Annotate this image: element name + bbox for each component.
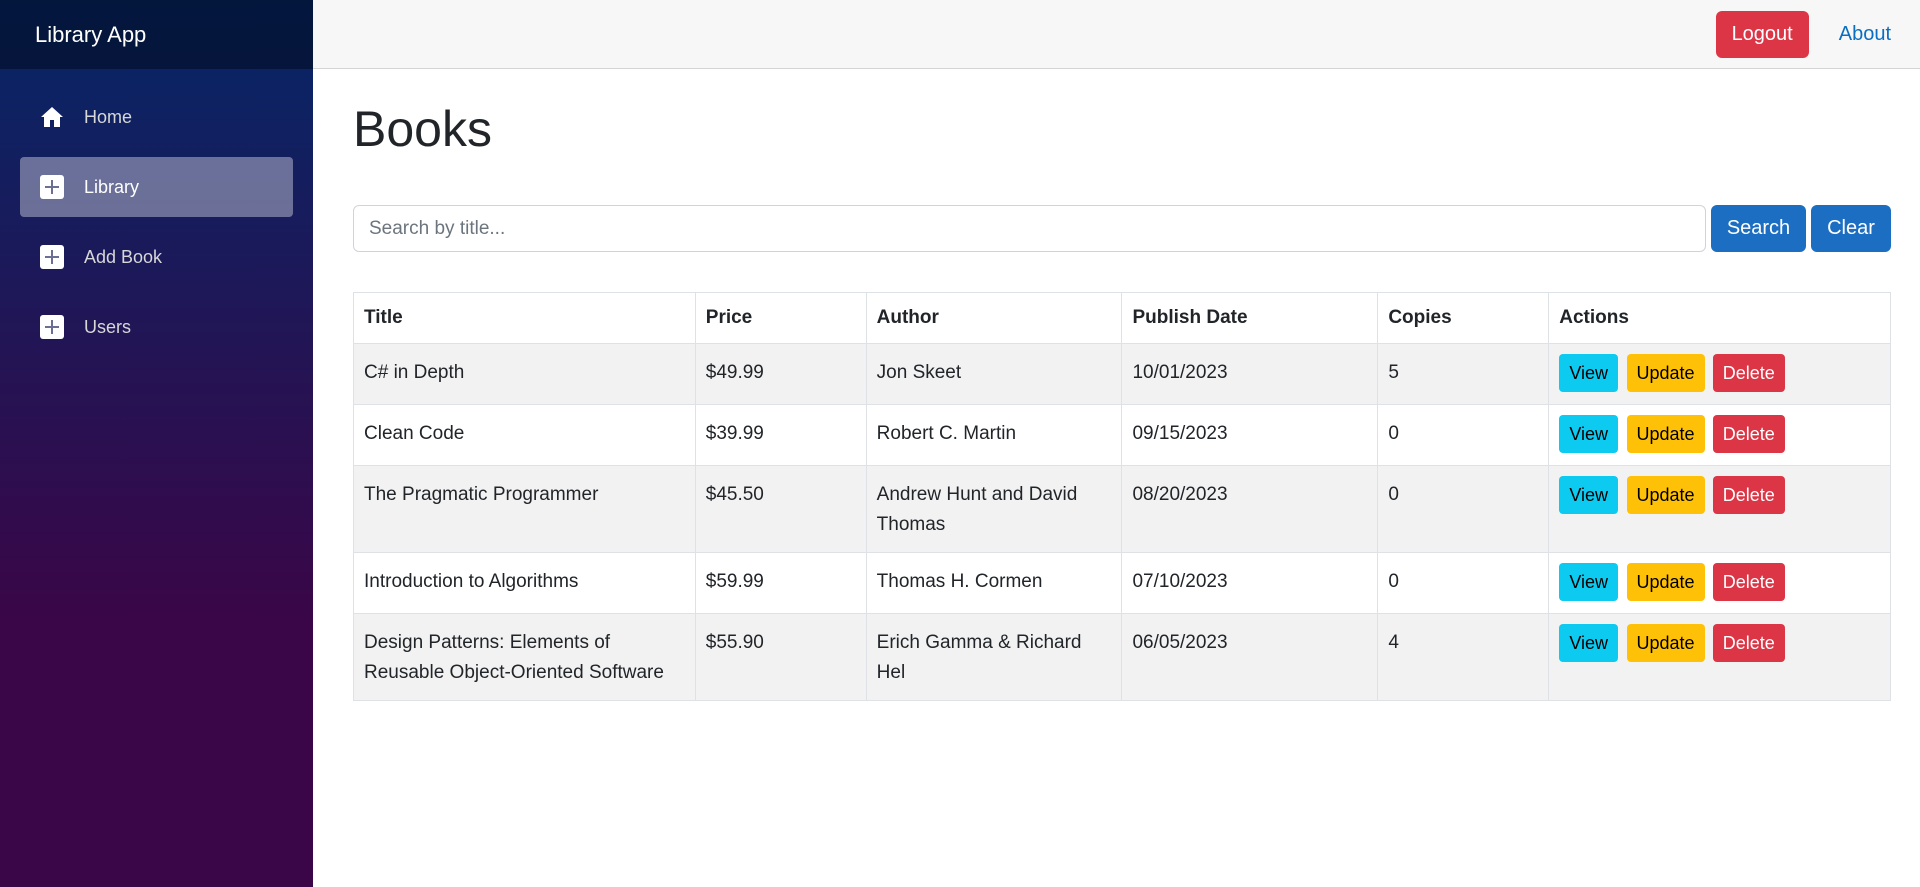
cell-author: Erich Gamma & Richard Hel [865,613,1123,701]
update-button[interactable]: Update [1626,624,1705,662]
table-row: Introduction to Algorithms $59.99 Thomas… [353,552,1891,614]
view-button[interactable]: View [1559,624,1619,662]
top-bar: Logout About [313,0,1920,69]
cell-actions: View Update Delete [1548,613,1891,701]
sidebar-item-label: Add Book [84,246,163,267]
sidebar-item-users[interactable]: Users [20,297,293,357]
column-header-publish-date: Publish Date [1121,292,1379,344]
main-content: Books Search Clear Title Price Author Pu… [353,69,1891,701]
cell-author: Andrew Hunt and David Thomas [865,465,1123,553]
delete-button[interactable]: Delete [1712,624,1785,662]
cell-copies: 0 [1377,404,1550,466]
brand-bar: Library App [0,0,313,69]
cell-publish-date: 09/15/2023 [1121,404,1379,466]
cell-copies: 0 [1377,465,1550,553]
column-header-price: Price [694,292,867,344]
sidebar-item-label: Users [84,316,132,337]
search-button[interactable]: Search [1711,205,1806,252]
cell-actions: View Update Delete [1548,465,1891,553]
cell-price: $49.99 [694,343,867,405]
update-button[interactable]: Update [1626,415,1705,453]
sidebar-item-label: Home [84,106,133,127]
clear-button[interactable]: Clear [1811,205,1891,252]
plus-icon [40,315,64,339]
page-title: Books [353,101,492,157]
plus-icon [40,175,64,199]
cell-author: Robert C. Martin [865,404,1123,466]
cell-publish-date: 06/05/2023 [1121,613,1379,701]
column-header-actions: Actions [1548,292,1891,344]
sidebar-nav: Home Library Add Book Users [0,69,313,357]
books-table: Title Price Author Publish Date Copies A… [353,292,1891,701]
table-row: C# in Depth $49.99 Jon Skeet 10/01/2023 … [353,343,1891,405]
column-header-title: Title [353,292,696,344]
cell-title: Introduction to Algorithms [353,552,696,614]
search-input[interactable] [353,205,1706,252]
cell-title: Clean Code [353,404,696,466]
home-icon [40,105,64,129]
cell-price: $45.50 [694,465,867,553]
update-button[interactable]: Update [1626,476,1705,514]
delete-button[interactable]: Delete [1712,415,1785,453]
cell-publish-date: 08/20/2023 [1121,465,1379,553]
cell-title: C# in Depth [353,343,696,405]
sidebar-item-label: Library [84,176,140,197]
view-button[interactable]: View [1559,563,1619,601]
app-brand[interactable]: Library App [35,22,146,48]
sidebar-item-library[interactable]: Library [20,157,293,217]
cell-copies: 5 [1377,343,1550,405]
view-button[interactable]: View [1559,476,1619,514]
table-row: Design Patterns: Elements of Reusable Ob… [353,613,1891,701]
table-row: Clean Code $39.99 Robert C. Martin 09/15… [353,404,1891,466]
cell-author: Thomas H. Cormen [865,552,1123,614]
search-bar: Search Clear [353,205,1891,252]
update-button[interactable]: Update [1626,354,1705,392]
table-header-row: Title Price Author Publish Date Copies A… [353,292,1891,344]
view-button[interactable]: View [1559,354,1619,392]
sidebar: Library App Home Library Add Book Users [0,0,313,887]
cell-title: The Pragmatic Programmer [353,465,696,553]
sidebar-item-home[interactable]: Home [20,87,293,147]
cell-publish-date: 10/01/2023 [1121,343,1379,405]
column-header-author: Author [865,292,1123,344]
cell-publish-date: 07/10/2023 [1121,552,1379,614]
cell-actions: View Update Delete [1548,552,1891,614]
logout-button[interactable]: Logout [1715,10,1809,58]
cell-actions: View Update Delete [1548,343,1891,405]
view-button[interactable]: View [1559,415,1619,453]
cell-copies: 0 [1377,552,1550,614]
table-row: The Pragmatic Programmer $45.50 Andrew H… [353,465,1891,553]
cell-copies: 4 [1377,613,1550,701]
cell-price: $55.90 [694,613,867,701]
delete-button[interactable]: Delete [1712,476,1785,514]
cell-price: $59.99 [694,552,867,614]
cell-author: Jon Skeet [865,343,1123,405]
cell-actions: View Update Delete [1548,404,1891,466]
plus-icon [40,245,64,269]
delete-button[interactable]: Delete [1712,354,1785,392]
column-header-copies: Copies [1377,292,1550,344]
update-button[interactable]: Update [1626,563,1705,601]
cell-title: Design Patterns: Elements of Reusable Ob… [353,613,696,701]
delete-button[interactable]: Delete [1712,563,1785,601]
sidebar-item-add-book[interactable]: Add Book [20,227,293,287]
cell-price: $39.99 [694,404,867,466]
about-link[interactable]: About [1839,23,1891,46]
